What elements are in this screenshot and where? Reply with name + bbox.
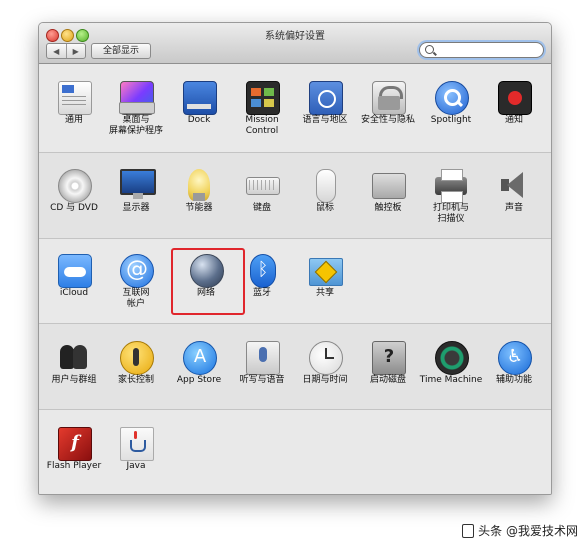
- search-field[interactable]: [419, 42, 544, 58]
- appstore-icon: A: [183, 341, 217, 375]
- notifications-icon: [498, 81, 532, 115]
- pref-label: 声音: [504, 203, 523, 213]
- pref-label: 通知: [504, 115, 523, 125]
- watermark-text: 头条 @我爱技术网: [478, 524, 578, 538]
- search-input[interactable]: [436, 43, 536, 57]
- keyboard-icon: [246, 177, 280, 195]
- clock-icon: [309, 341, 343, 375]
- toutiao-logo-icon: [462, 523, 475, 538]
- network-highlight-box: [171, 248, 245, 315]
- window-title: 系统偏好设置: [265, 31, 325, 42]
- bluetooth-icon: ᛒ: [250, 254, 276, 288]
- flag-icon: [309, 81, 343, 115]
- title-bar: 系统偏好设置 ◀ ▶ 全部显示: [39, 23, 551, 64]
- users-icon: [58, 341, 90, 373]
- section-hardware: [39, 153, 551, 238]
- search-icon: [425, 45, 434, 54]
- house-lock-icon: [372, 81, 406, 115]
- monitor-icon: [120, 169, 156, 199]
- at-icon: @: [120, 254, 154, 288]
- disc-icon: [58, 169, 92, 203]
- pref-label: 互联网 帐户: [122, 288, 150, 309]
- section-personal: [39, 64, 551, 152]
- back-forward-control: ◀ ▶: [46, 43, 86, 59]
- time-machine-icon: [435, 341, 469, 375]
- pref-label: Java: [126, 461, 146, 471]
- accessibility-icon: ♿: [498, 341, 532, 375]
- section-internet: [39, 239, 551, 323]
- pref-label: 共享: [315, 288, 334, 298]
- watermark: 头条 @我爱技术网: [462, 522, 578, 539]
- lightbulb-icon: [188, 169, 210, 201]
- printer-icon: [435, 169, 467, 203]
- flash-icon: f: [58, 427, 92, 461]
- speaker-icon: [498, 169, 530, 201]
- microphone-icon: [246, 341, 280, 375]
- cloud-icon: [58, 254, 92, 288]
- java-icon: [120, 427, 154, 461]
- general-icon: [58, 81, 92, 115]
- dock-icon: [183, 81, 217, 115]
- section-system: [39, 324, 551, 409]
- disk-icon: ?: [372, 341, 406, 375]
- desktop-icon: [119, 81, 155, 115]
- trackpad-icon: [372, 173, 406, 199]
- system-preferences-window: 系统偏好设置 ◀ ▶ 全部显示 通用 桌面与 屏幕保护程序 Dock Missi…: [38, 22, 552, 495]
- section-other: [39, 410, 551, 494]
- magnifier-icon: [435, 81, 469, 115]
- pref-label: 辅助功能: [495, 375, 532, 385]
- show-all-button[interactable]: 全部显示: [91, 43, 151, 59]
- mouse-icon: [316, 169, 336, 203]
- folder-icon: [309, 258, 343, 286]
- mission-control-icon: [246, 81, 280, 115]
- back-button[interactable]: ◀: [47, 44, 67, 58]
- parental-icon: [120, 341, 154, 375]
- forward-button[interactable]: ▶: [67, 44, 86, 58]
